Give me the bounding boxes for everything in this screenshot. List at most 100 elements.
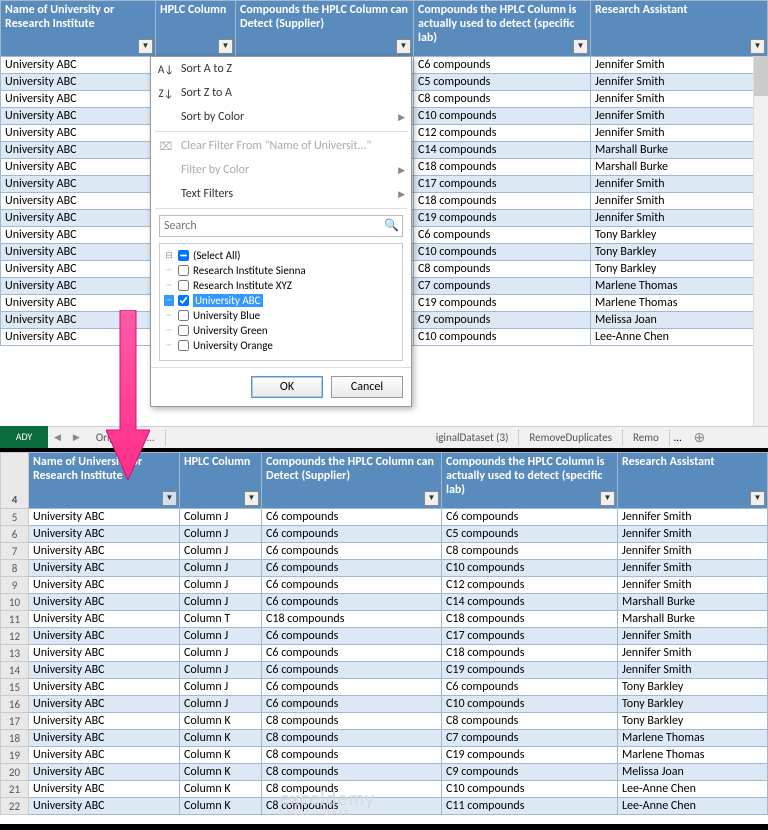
cell[interactable]: C6 compounds bbox=[442, 509, 618, 526]
cell[interactable]: Jennifer Smith bbox=[618, 560, 768, 577]
filter-item[interactable]: ┈University Orange bbox=[164, 338, 398, 353]
cell[interactable]: Jennifer Smith bbox=[618, 662, 768, 679]
text-filters[interactable]: Text Filters▶ bbox=[151, 182, 411, 206]
cell[interactable]: University ABC bbox=[29, 628, 180, 645]
cell[interactable]: Column K bbox=[180, 764, 262, 781]
cell[interactable]: C9 compounds bbox=[414, 312, 591, 329]
cell[interactable]: University ABC bbox=[1, 278, 156, 295]
cell[interactable]: University ABC bbox=[1, 295, 156, 312]
filter-search-input[interactable] bbox=[159, 215, 403, 237]
sort-by-color[interactable]: Sort by Color▶ bbox=[151, 105, 411, 129]
cell[interactable]: Column J bbox=[180, 526, 262, 543]
cell[interactable]: Tony Barkley bbox=[618, 713, 768, 730]
table-row[interactable]: 11University ABCColumn TC18 compoundsC18… bbox=[1, 611, 768, 628]
cell[interactable]: Lee-Anne Chen bbox=[618, 798, 768, 815]
cell[interactable]: University ABC bbox=[29, 662, 180, 679]
cell[interactable]: Column T bbox=[180, 611, 262, 628]
filter-button-b[interactable]: ▼ bbox=[244, 491, 259, 506]
cell[interactable]: University ABC bbox=[29, 543, 180, 560]
table-row[interactable]: 9University ABCColumn JC6 compoundsC12 c… bbox=[1, 577, 768, 594]
cell[interactable]: C8 compounds bbox=[442, 713, 618, 730]
row-number[interactable]: 20 bbox=[1, 764, 29, 781]
filter-button-c[interactable]: ▼ bbox=[396, 39, 411, 54]
cell[interactable]: Marshall Burke bbox=[618, 611, 768, 628]
filter-value-list[interactable]: ⊟(Select All)┈Research Institute Sienna┈… bbox=[159, 243, 403, 361]
cell[interactable]: C8 compounds bbox=[414, 261, 591, 278]
cell[interactable]: C6 compounds bbox=[262, 628, 442, 645]
cell[interactable]: University ABC bbox=[1, 261, 156, 278]
cell[interactable]: University ABC bbox=[29, 764, 180, 781]
cell[interactable]: University ABC bbox=[1, 159, 156, 176]
cell[interactable]: C10 compounds bbox=[414, 244, 591, 261]
cell[interactable]: Jennifer Smith bbox=[618, 628, 768, 645]
cell[interactable]: C6 compounds bbox=[414, 57, 591, 74]
row-number[interactable]: 10 bbox=[1, 594, 29, 611]
cell[interactable]: University ABC bbox=[1, 227, 156, 244]
cell[interactable]: Column J bbox=[180, 628, 262, 645]
row-number[interactable]: 22 bbox=[1, 798, 29, 815]
header-compounds-detect[interactable]: Compounds the HPLC Column can Detect (Su… bbox=[236, 1, 414, 57]
table-row[interactable]: 6University ABCColumn JC6 compoundsC5 co… bbox=[1, 526, 768, 543]
cell[interactable]: Column J bbox=[180, 645, 262, 662]
table-row[interactable]: 14University ABCColumn JC6 compoundsC19 … bbox=[1, 662, 768, 679]
table-row[interactable]: 10University ABCColumn JC6 compoundsC14 … bbox=[1, 594, 768, 611]
cell[interactable]: Jennifer Smith bbox=[618, 645, 768, 662]
cell[interactable]: Marlene Thomas bbox=[618, 730, 768, 747]
cell[interactable]: Jennifer Smith bbox=[591, 57, 768, 74]
cell[interactable]: Marshall Burke bbox=[591, 142, 768, 159]
new-sheet-button[interactable]: ⊕ bbox=[685, 429, 713, 446]
cell[interactable]: Tony Barkley bbox=[591, 227, 768, 244]
cell[interactable]: C19 compounds bbox=[414, 295, 591, 312]
cell[interactable]: University ABC bbox=[1, 108, 156, 125]
cell[interactable]: Column J bbox=[180, 543, 262, 560]
tab-nav-prev[interactable]: ◀ bbox=[48, 432, 67, 443]
header-university[interactable]: Name of University or Research Institute… bbox=[1, 1, 156, 57]
cell[interactable]: C10 compounds bbox=[442, 781, 618, 798]
cell[interactable]: C10 compounds bbox=[442, 560, 618, 577]
row-number[interactable]: 5 bbox=[1, 509, 29, 526]
cell[interactable]: University ABC bbox=[29, 594, 180, 611]
cell[interactable]: University ABC bbox=[1, 176, 156, 193]
cell[interactable]: Jennifer Smith bbox=[618, 509, 768, 526]
cell[interactable]: C6 compounds bbox=[262, 594, 442, 611]
cell[interactable]: University ABC bbox=[29, 526, 180, 543]
cell[interactable]: Jennifer Smith bbox=[591, 74, 768, 91]
cell[interactable]: Tony Barkley bbox=[618, 679, 768, 696]
row-number[interactable]: 19 bbox=[1, 747, 29, 764]
cell[interactable]: Jennifer Smith bbox=[591, 210, 768, 227]
cell[interactable]: Column K bbox=[180, 798, 262, 815]
row-header[interactable]: 4 bbox=[1, 453, 29, 509]
cell[interactable]: Tony Barkley bbox=[591, 244, 768, 261]
cell[interactable]: Melissa Joan bbox=[618, 764, 768, 781]
cell[interactable]: Jennifer Smith bbox=[618, 526, 768, 543]
cell[interactable]: Jennifer Smith bbox=[591, 193, 768, 210]
cell[interactable]: University ABC bbox=[1, 193, 156, 210]
cell[interactable]: Jennifer Smith bbox=[618, 577, 768, 594]
row-number[interactable]: 11 bbox=[1, 611, 29, 628]
row-number[interactable]: 7 bbox=[1, 543, 29, 560]
cell[interactable]: C6 compounds bbox=[262, 696, 442, 713]
cell[interactable]: C5 compounds bbox=[442, 526, 618, 543]
cell[interactable]: Column K bbox=[180, 747, 262, 764]
sheet-tab[interactable]: RemoveDuplicates bbox=[519, 429, 623, 446]
cell[interactable]: University ABC bbox=[1, 329, 156, 346]
cell[interactable]: Column J bbox=[180, 560, 262, 577]
filter-button-a-active[interactable]: ▼ bbox=[162, 491, 177, 506]
cell[interactable]: C17 compounds bbox=[414, 176, 591, 193]
cell[interactable]: Column J bbox=[180, 577, 262, 594]
sheet-tab[interactable]: iginalDataset (3) bbox=[426, 429, 520, 446]
cell[interactable]: C6 compounds bbox=[414, 227, 591, 244]
header-university[interactable]: Name of University or Research Institute… bbox=[29, 453, 180, 509]
table-row[interactable]: 13University ABCColumn JC6 compoundsC18 … bbox=[1, 645, 768, 662]
tab-nav-next[interactable]: ▶ bbox=[67, 432, 86, 443]
filter-item[interactable]: ┈Research Institute Sienna bbox=[164, 263, 398, 278]
cell[interactable]: University ABC bbox=[29, 730, 180, 747]
filter-checkbox[interactable] bbox=[178, 310, 189, 321]
cell[interactable]: Melissa Joan bbox=[591, 312, 768, 329]
cell[interactable]: University ABC bbox=[1, 142, 156, 159]
cell[interactable]: C8 compounds bbox=[262, 781, 442, 798]
cell[interactable]: C8 compounds bbox=[262, 764, 442, 781]
table-row[interactable]: 16University ABCColumn JC6 compoundsC10 … bbox=[1, 696, 768, 713]
cell[interactable]: Column J bbox=[180, 509, 262, 526]
cell[interactable]: C11 compounds bbox=[442, 798, 618, 815]
